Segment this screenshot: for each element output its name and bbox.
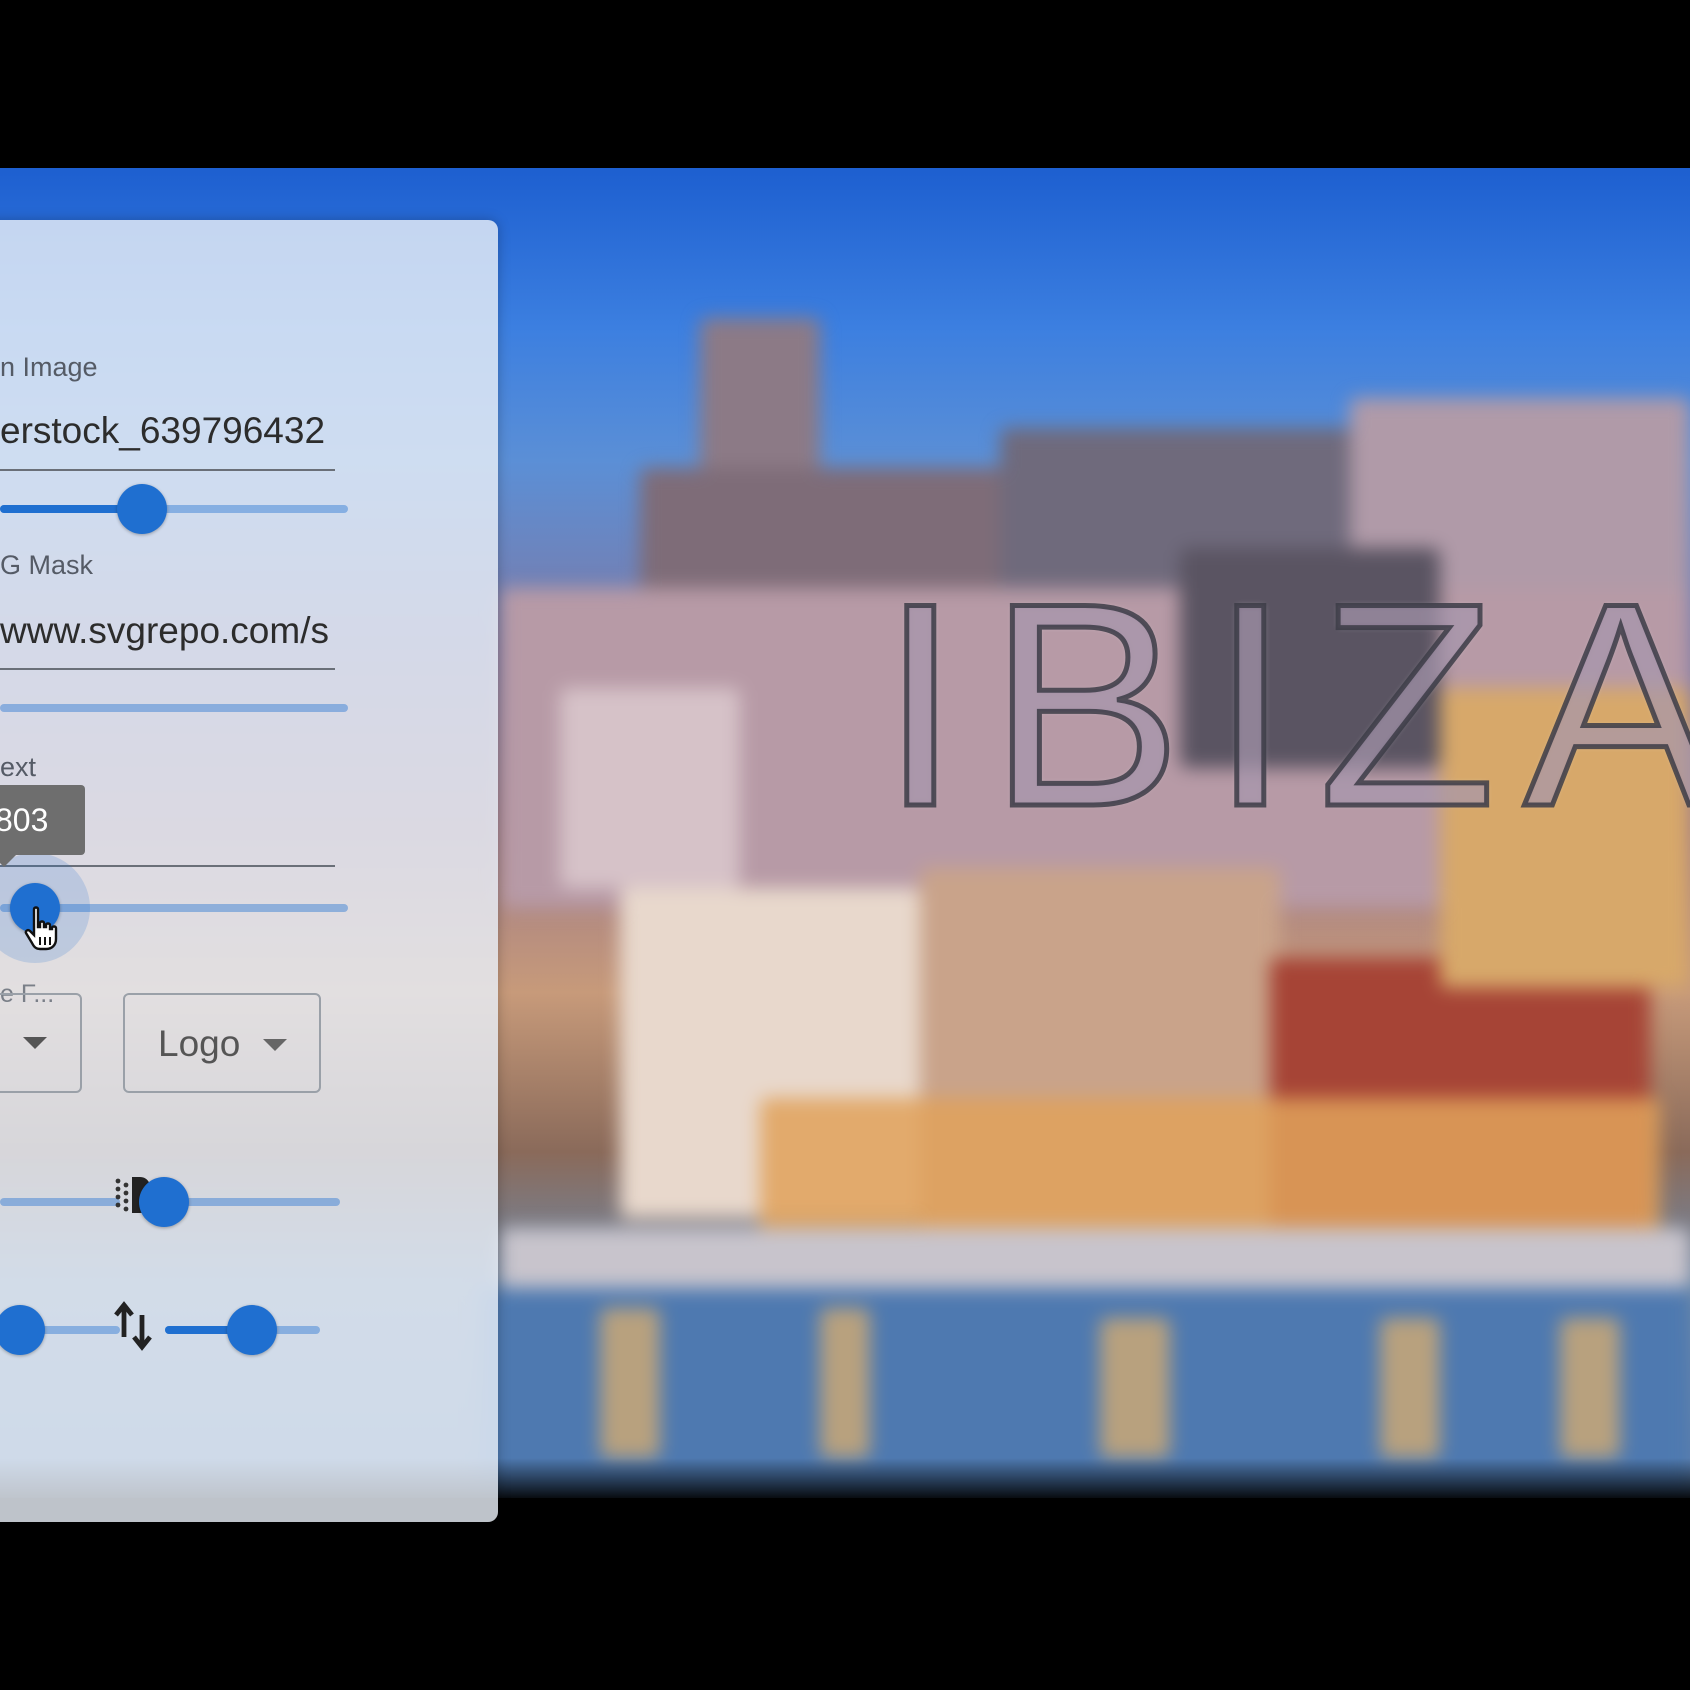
settings-panel: n Image erstock_639796432 G Mask www.svg… <box>0 220 498 1522</box>
logo-select-caret-icon <box>263 1039 287 1051</box>
svg-mask-underline <box>0 668 335 670</box>
swap-vertical-icon <box>114 1301 152 1351</box>
image-opacity-slider-thumb[interactable] <box>117 484 167 534</box>
hand-cursor-icon <box>24 906 58 951</box>
text-size-value-tooltip: 803 <box>0 785 85 867</box>
filter-slider-thumb[interactable] <box>139 1177 189 1227</box>
position-x-slider-thumb[interactable] <box>0 1305 45 1355</box>
background-image-underline <box>0 469 335 471</box>
filter-slider-left-track[interactable] <box>0 1198 120 1206</box>
background-image-input[interactable]: erstock_639796432 <box>0 410 335 452</box>
position-y-slider-thumb[interactable] <box>227 1305 277 1355</box>
masked-overlay-text: IBIZA <box>877 543 1690 867</box>
text-label: ext <box>0 752 37 782</box>
svg-mask-label: G Mask <box>0 550 94 580</box>
logo-select-value: Logo <box>158 1023 241 1064</box>
svg-mask-input[interactable]: www.svgrepo.com/s <box>0 610 335 652</box>
background-image-label: n Image <box>0 352 98 382</box>
mask-slider-track[interactable] <box>0 704 348 712</box>
font-select-caret-icon <box>23 1037 47 1049</box>
